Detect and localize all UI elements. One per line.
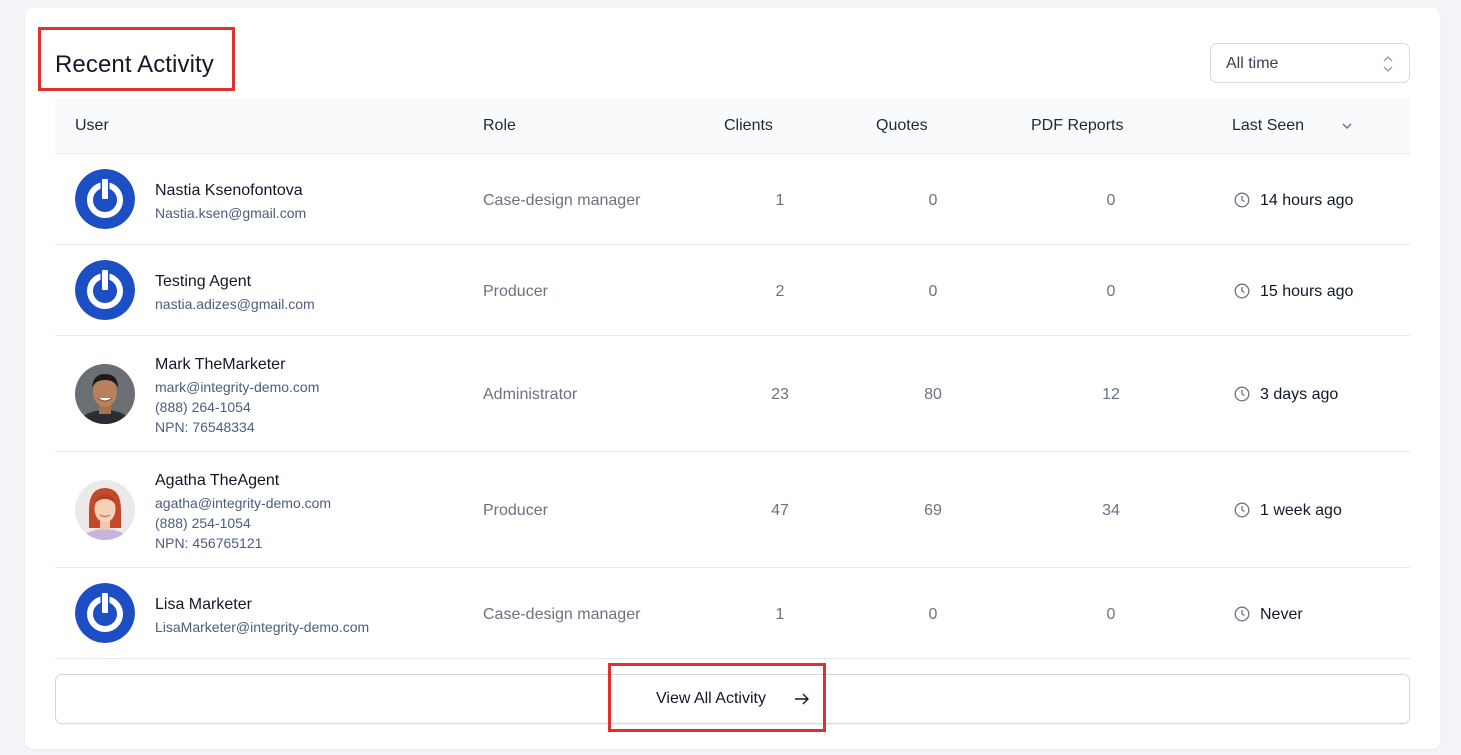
user-role: Producer <box>483 502 548 519</box>
pdf-count: 0 <box>1106 283 1116 300</box>
col-pdf-reports: PDF Reports <box>1031 117 1124 134</box>
user-phone: (888) 254-1054 <box>155 515 251 531</box>
user-npn: NPN: 456765121 <box>155 535 263 551</box>
user-name: Nastia Ksenofontova <box>155 182 303 199</box>
last-seen: 15 hours ago <box>1260 283 1354 300</box>
clock-icon <box>1234 283 1250 299</box>
clients-count: 1 <box>775 606 785 623</box>
clock-icon <box>1234 386 1250 402</box>
power-logo-avatar <box>75 260 135 320</box>
col-quotes: Quotes <box>876 117 928 134</box>
quotes-count: 69 <box>924 502 942 519</box>
clock-icon <box>1234 192 1250 208</box>
clients-count: 47 <box>771 502 789 519</box>
table-header: User Role Clients Quotes PDF Reports Las… <box>55 98 1410 154</box>
last-seen: 3 days ago <box>1260 386 1339 403</box>
table-row[interactable]: Agatha TheAgent agatha@integrity-demo.co… <box>55 452 1410 568</box>
user-role: Administrator <box>483 386 578 403</box>
clients-count: 2 <box>775 283 785 300</box>
power-logo-avatar <box>75 169 135 229</box>
last-seen: 14 hours ago <box>1260 192 1354 209</box>
pdf-count: 34 <box>1102 502 1120 519</box>
user-name: Mark TheMarketer <box>155 356 286 373</box>
table-row[interactable]: Lisa Marketer LisaMarketer@integrity-dem… <box>55 568 1410 659</box>
user-email: agatha@integrity-demo.com <box>155 495 332 511</box>
quotes-count: 0 <box>928 192 938 209</box>
user-npn: NPN: 76548334 <box>155 419 255 435</box>
user-email: nastia.adizes@gmail.com <box>155 296 315 312</box>
last-seen: Never <box>1260 606 1303 623</box>
power-logo-avatar <box>75 583 135 643</box>
table-row[interactable]: Nastia Ksenofontova Nastia.ksen@gmail.co… <box>55 154 1410 245</box>
user-email: LisaMarketer@integrity-demo.com <box>155 619 370 635</box>
clients-count: 23 <box>771 386 789 403</box>
quotes-count: 80 <box>924 386 942 403</box>
time-range-select[interactable]: All time <box>1210 43 1410 83</box>
photo-avatar <box>75 364 135 424</box>
quotes-count: 0 <box>928 283 938 300</box>
clock-icon <box>1234 502 1250 518</box>
page-title: Recent Activity <box>55 51 214 78</box>
user-role: Producer <box>483 283 548 300</box>
pdf-count: 0 <box>1106 606 1116 623</box>
table-row[interactable]: Testing Agent nastia.adizes@gmail.com Pr… <box>55 245 1410 336</box>
col-clients: Clients <box>724 117 773 134</box>
user-email: mark@integrity-demo.com <box>155 379 320 395</box>
user-name: Agatha TheAgent <box>155 472 280 489</box>
recent-activity-card: Recent Activity All time User Role Clien… <box>25 8 1440 749</box>
photo-avatar <box>75 480 135 540</box>
button-highlight-box <box>608 663 826 732</box>
user-name: Testing Agent <box>155 273 252 290</box>
pdf-count: 12 <box>1102 386 1120 403</box>
last-seen: 1 week ago <box>1260 502 1342 519</box>
user-phone: (888) 264-1054 <box>155 399 251 415</box>
clock-icon <box>1234 606 1250 622</box>
user-role: Case-design manager <box>483 192 641 209</box>
user-role: Case-design manager <box>483 606 641 623</box>
user-email: Nastia.ksen@gmail.com <box>155 205 307 221</box>
col-role: Role <box>483 117 516 134</box>
time-range-value: All time <box>1226 55 1279 72</box>
user-name: Lisa Marketer <box>155 596 252 613</box>
col-last-seen[interactable]: Last Seen <box>1232 117 1304 135</box>
table-row[interactable]: Mark TheMarketer mark@integrity-demo.com… <box>55 336 1410 452</box>
quotes-count: 0 <box>928 606 938 623</box>
sort-chevron-down-icon[interactable] <box>1342 122 1352 130</box>
pdf-count: 0 <box>1106 192 1116 209</box>
chevron-up-down-icon <box>1383 55 1393 73</box>
col-user: User <box>75 117 109 134</box>
clients-count: 1 <box>775 192 785 209</box>
